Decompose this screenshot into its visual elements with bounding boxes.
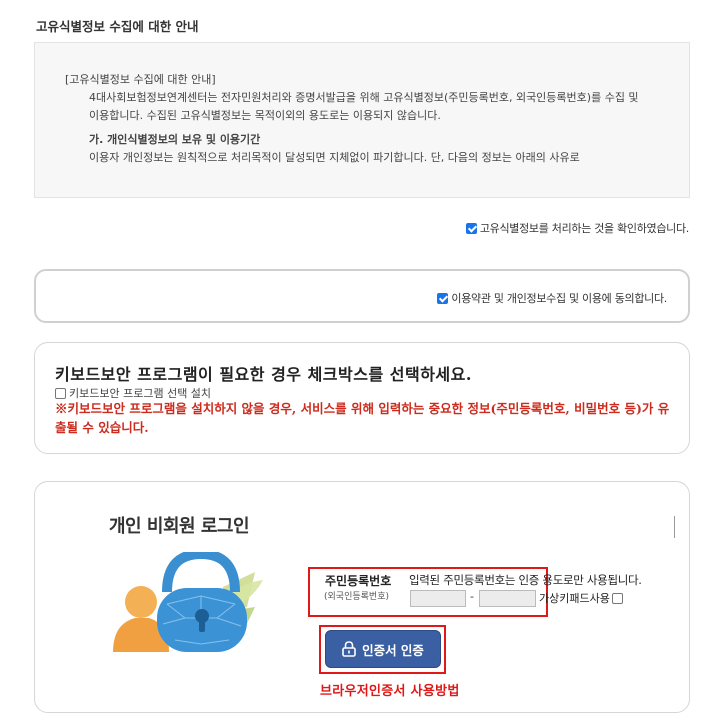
keyboard-security-title: 키보드보안 프로그램이 필요한 경우 체크박스를 선택하세요.	[55, 365, 472, 384]
certificate-auth-button[interactable]: 인증서 인증	[325, 630, 441, 668]
login-title: 개인 비회원 로그인	[109, 516, 250, 537]
login-box: 개인 비회원 로그인 주민등록번호 (외국인등록번호) 입력된 주민등록번호는 …	[34, 481, 690, 713]
virtual-keypad-checkbox[interactable]	[611, 592, 623, 604]
notice-cut-line: 이용자 개인정보는 원칙적으로 처리목적이 달성되면 지체없이 파기합니다. 단…	[89, 151, 580, 164]
notice-section-title: 고유식별정보 수집에 대한 안내	[36, 19, 199, 34]
certificate-auth-button-label: 인증서 인증	[362, 642, 424, 658]
virtual-keypad-label[interactable]: 가상키패드사용	[539, 592, 610, 605]
notice-text: [고유식별정보 수집에 대한 안내] 4대사회보험정보연계센터는 전자민원처리와…	[65, 71, 645, 166]
lock-icon	[342, 641, 356, 657]
id-number-back-input[interactable]	[479, 590, 536, 607]
keyboard-security-warning: ※키보드보안 프로그램을 설치하지 않을 경우, 서비스를 위해 입력하는 중요…	[55, 401, 670, 435]
confirm-checkbox[interactable]	[465, 222, 477, 234]
security-lock-illustration-icon	[113, 552, 263, 652]
foreigner-id-sub-label: (외국인등록번호)	[324, 592, 389, 602]
id-number-usage-note: 입력된 주민등록번호는 인증 용도로만 사용됩니다.	[409, 573, 642, 587]
id-number-front-input[interactable]	[410, 590, 466, 607]
notice-box: [고유식별정보 수집에 대한 안내] 4대사회보험정보연계센터는 전자민원처리와…	[34, 42, 690, 198]
agree-checkbox-label[interactable]: 이용약관 및 개인정보수집 및 이용에 동의합니다.	[451, 292, 667, 305]
confirm-checkbox-row[interactable]: 고유식별정보를 처리하는 것을 확인하였습니다.	[465, 220, 689, 236]
login-divider	[674, 516, 675, 538]
browser-certificate-howto-link[interactable]: 브라우저인증서 사용방법	[320, 680, 460, 699]
notice-bracket-title: [고유식별정보 수집에 대한 안내]	[65, 73, 216, 86]
id-number-dash: -	[470, 590, 474, 603]
notice-scroll-area[interactable]: [고유식별정보 수집에 대한 안내] 4대사회보험정보연계센터는 전자민원처리와…	[65, 71, 661, 166]
keyboard-security-checkbox[interactable]	[55, 387, 66, 399]
agree-box: 이용약관 및 개인정보수집 및 이용에 동의합니다.	[34, 269, 690, 323]
notice-subheading: 가. 개인식별정보의 보유 및 이용기간	[89, 133, 261, 146]
confirm-checkbox-label[interactable]: 고유식별정보를 처리하는 것을 확인하였습니다.	[480, 222, 689, 235]
keyboard-security-box: 키보드보안 프로그램이 필요한 경우 체크박스를 선택하세요. 키보드보안 프로…	[34, 342, 690, 454]
notice-body: 4대사회보험정보연계센터는 전자민원처리와 증명서발급을 위해 고유식별정보(주…	[89, 91, 639, 122]
agree-checkbox-row[interactable]: 이용약관 및 개인정보수집 및 이용에 동의합니다.	[437, 290, 667, 306]
id-number-label: 주민등록번호	[325, 574, 392, 588]
agree-checkbox[interactable]	[437, 292, 449, 304]
virtual-keypad-row[interactable]: 가상키패드사용	[539, 590, 623, 606]
